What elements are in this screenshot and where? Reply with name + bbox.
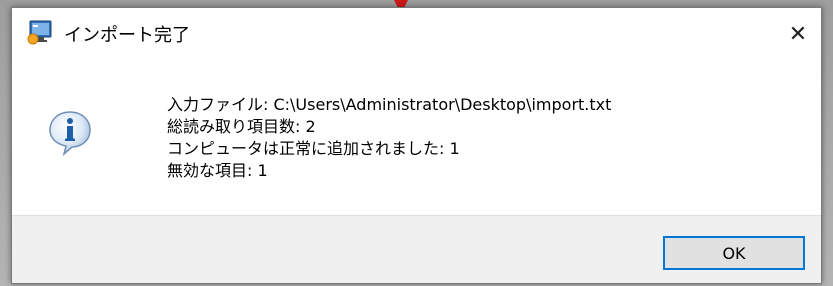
close-icon: ✕ <box>788 21 808 47</box>
dialog-content: 入力ファイル: C:\Users\Administrator\Desktop\i… <box>12 60 821 217</box>
import-complete-dialog: インポート完了 ✕ 入力ファイル: C:\Users\Administrator… <box>11 7 822 284</box>
total-items-line: 総読み取り項目数: 2 <box>167 117 316 136</box>
input-file-line: 入力ファイル: C:\Users\Administrator\Desktop\i… <box>167 95 612 114</box>
dialog-title: インポート完了 <box>64 25 190 46</box>
information-icon <box>49 111 91 156</box>
invalid-items-line: 無効な項目: 1 <box>167 161 268 180</box>
app-monitor-icon <box>27 20 52 45</box>
computers-added-line: コンピュータは正常に追加されました: 1 <box>167 139 460 158</box>
close-button[interactable]: ✕ <box>775 8 821 60</box>
result-message: 入力ファイル: C:\Users\Administrator\Desktop\i… <box>167 94 611 182</box>
dialog-footer: OK <box>12 215 821 283</box>
ok-button[interactable]: OK <box>663 236 805 270</box>
dialog-titlebar: インポート完了 ✕ <box>12 8 821 60</box>
